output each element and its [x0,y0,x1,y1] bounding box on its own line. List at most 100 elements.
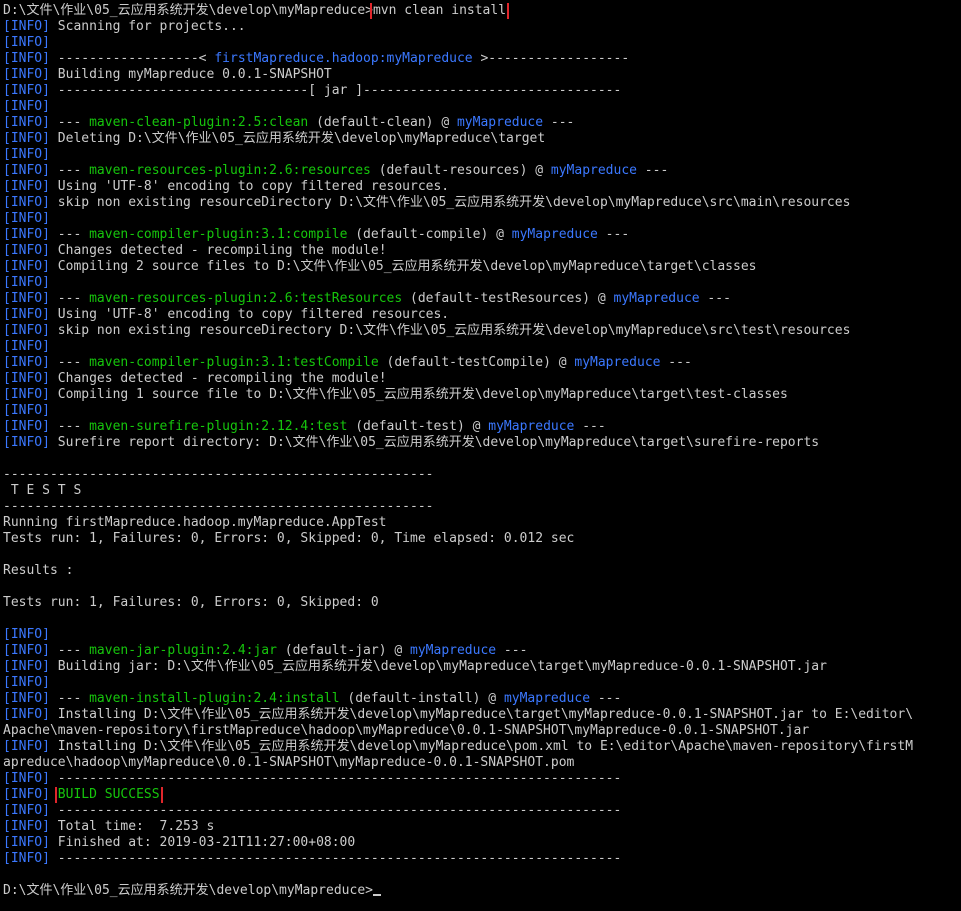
terminal-line: [INFO] Installing D:\文件\作业\05_云应用系统开发\de… [3,739,961,755]
log-level-tag: [INFO] [3,419,50,434]
log-level-tag: [INFO] [3,195,50,210]
terminal-line: [INFO] Total time: 7.253 s [3,819,961,835]
log-level-tag: [INFO] [3,803,50,818]
text-segment: --- [49,355,90,370]
terminal-line: [INFO] BUILD SUCCESS [3,787,961,803]
plugin-goal: maven-resources-plugin:2.6:resources [89,163,371,178]
terminal-line: [INFO] --- maven-resources-plugin:2.6:re… [3,163,961,179]
text-segment: Installing D:\文件\作业\05_云应用系统开发\develop\m… [49,707,914,722]
log-level-tag: [INFO] [3,243,50,258]
text-segment: Apache\maven-repository\firstMapreduce\h… [3,723,810,738]
log-level-tag: [INFO] [3,35,50,50]
log-level-tag: [INFO] [3,339,50,354]
terminal-line: [INFO] --- maven-resources-plugin:2.6:te… [3,291,961,307]
terminal-line: [INFO] --- maven-install-plugin:2.4:inst… [3,691,961,707]
project-name: myMapreduce [574,355,661,370]
project-name: firstMapreduce.hadoop:myMapreduce [214,51,473,66]
text-segment: (default-resources) @ [370,163,551,178]
log-level-tag: [INFO] [3,227,50,242]
project-name: myMapreduce [456,115,544,130]
plugin-goal: maven-clean-plugin:2.5:clean [89,115,309,130]
text-segment: Using 'UTF-8' encoding to copy filtered … [49,307,450,322]
text-segment: --- [699,291,731,306]
text-segment: Results : [3,563,74,578]
plugin-goal: maven-compiler-plugin:3.1:testCompile [89,355,379,370]
text-segment: Finished at: 2019-03-21T11:27:00+08:00 [49,835,356,850]
terminal-line: [INFO] [3,35,961,51]
text-segment: --- [574,419,606,434]
log-level-tag: [INFO] [3,819,50,834]
text-segment: >------------------ [472,51,630,66]
text-segment: --- [496,643,528,658]
text-segment: Changes detected - recompiling the modul… [49,243,387,258]
text-segment: (default-clean) @ [308,115,457,130]
terminal-line: Results : [3,563,961,579]
terminal-line: [INFO] --- maven-clean-plugin:2.5:clean … [3,115,961,131]
text-segment: ----------------------------------------… [3,467,434,482]
text-segment: Total time: 7.253 s [49,819,215,834]
terminal-line: [INFO] skip non existing resourceDirecto… [3,195,961,211]
text-segment: ----------------------------------------… [49,803,622,818]
text-segment: --- [49,419,90,434]
terminal-line: [INFO] ------------------< firstMapreduc… [3,51,961,67]
text-segment: ----------------------------------------… [49,771,622,786]
text-segment: --------------------------------[ jar ]-… [49,83,622,98]
terminal-line: [INFO] ---------------------------------… [3,803,961,819]
terminal-line: [INFO] Using 'UTF-8' encoding to copy fi… [3,179,961,195]
log-level-tag: [INFO] [3,435,50,450]
log-level-tag: [INFO] [3,147,50,162]
build-success-highlight: BUILD SUCCESS [54,787,163,803]
text-segment: Changes detected - recompiling the modul… [49,371,387,386]
text-segment: --- [49,291,90,306]
text-segment: ----------------------------------------… [49,851,622,866]
log-level-tag: [INFO] [3,51,50,66]
text-segment: --- [49,691,90,706]
log-level-tag: [INFO] [3,99,50,114]
log-level-tag: [INFO] [3,739,50,754]
text-segment: ----------------------------------------… [3,499,434,514]
text-segment: Installing D:\文件\作业\05_云应用系统开发\develop\m… [49,739,914,754]
log-level-tag: [INFO] [3,115,50,130]
command-highlight: mvn clean install [369,3,510,19]
text-segment: skip non existing resourceDirectory D:\文… [49,195,851,210]
text-segment: Surefire report directory: D:\文件\作业\05_云… [49,435,820,450]
log-level-tag: [INFO] [3,659,50,674]
text-segment: (default-test) @ [347,419,489,434]
text-segment: (default-testCompile) @ [378,355,575,370]
terminal-line: [INFO] skip non existing resourceDirecto… [3,323,961,339]
log-level-tag: [INFO] [3,675,50,690]
text-segment: (default-compile) @ [347,227,512,242]
terminal-line: ----------------------------------------… [3,467,961,483]
terminal-output[interactable]: D:\文件\作业\05_云应用系统开发\develop\myMapreduce>… [3,3,961,908]
text-segment: --- [49,115,90,130]
log-level-tag: [INFO] [3,771,50,786]
terminal-line: [INFO] Scanning for projects... [3,19,961,35]
text-segment: Tests run: 1, Failures: 0, Errors: 0, Sk… [3,595,379,610]
log-level-tag: [INFO] [3,307,50,322]
log-level-tag: [INFO] [3,387,50,402]
terminal-line: [INFO] [3,675,961,691]
text-segment: Building jar: D:\文件\作业\05_云应用系统开发\develo… [49,659,827,674]
project-name: myMapreduce [550,163,637,178]
log-level-tag: [INFO] [3,787,50,802]
text-segment: --- [660,355,692,370]
terminal-line: [INFO] Finished at: 2019-03-21T11:27:00+… [3,835,961,851]
log-level-tag: [INFO] [3,67,50,82]
terminal-line: [INFO] --- maven-surefire-plugin:2.12.4:… [3,419,961,435]
project-name: myMapreduce [488,419,575,434]
plugin-goal: maven-compiler-plugin:3.1:compile [89,227,348,242]
terminal-line: [INFO] Changes detected - recompiling th… [3,371,961,387]
terminal-line: [INFO] Using 'UTF-8' encoding to copy fi… [3,307,961,323]
terminal-line: [INFO] [3,339,961,355]
terminal-line: apreduce\hadoop\myMapreduce\0.0.1-SNAPSH… [3,755,961,771]
log-level-tag: [INFO] [3,131,50,146]
log-level-tag: [INFO] [3,163,50,178]
log-level-tag: [INFO] [3,627,50,642]
log-level-tag: [INFO] [3,691,50,706]
text-segment: Compiling 2 source files to D:\文件\作业\05_… [49,259,757,274]
terminal-line: [INFO] --------------------------------[… [3,83,961,99]
log-level-tag: [INFO] [3,259,50,274]
